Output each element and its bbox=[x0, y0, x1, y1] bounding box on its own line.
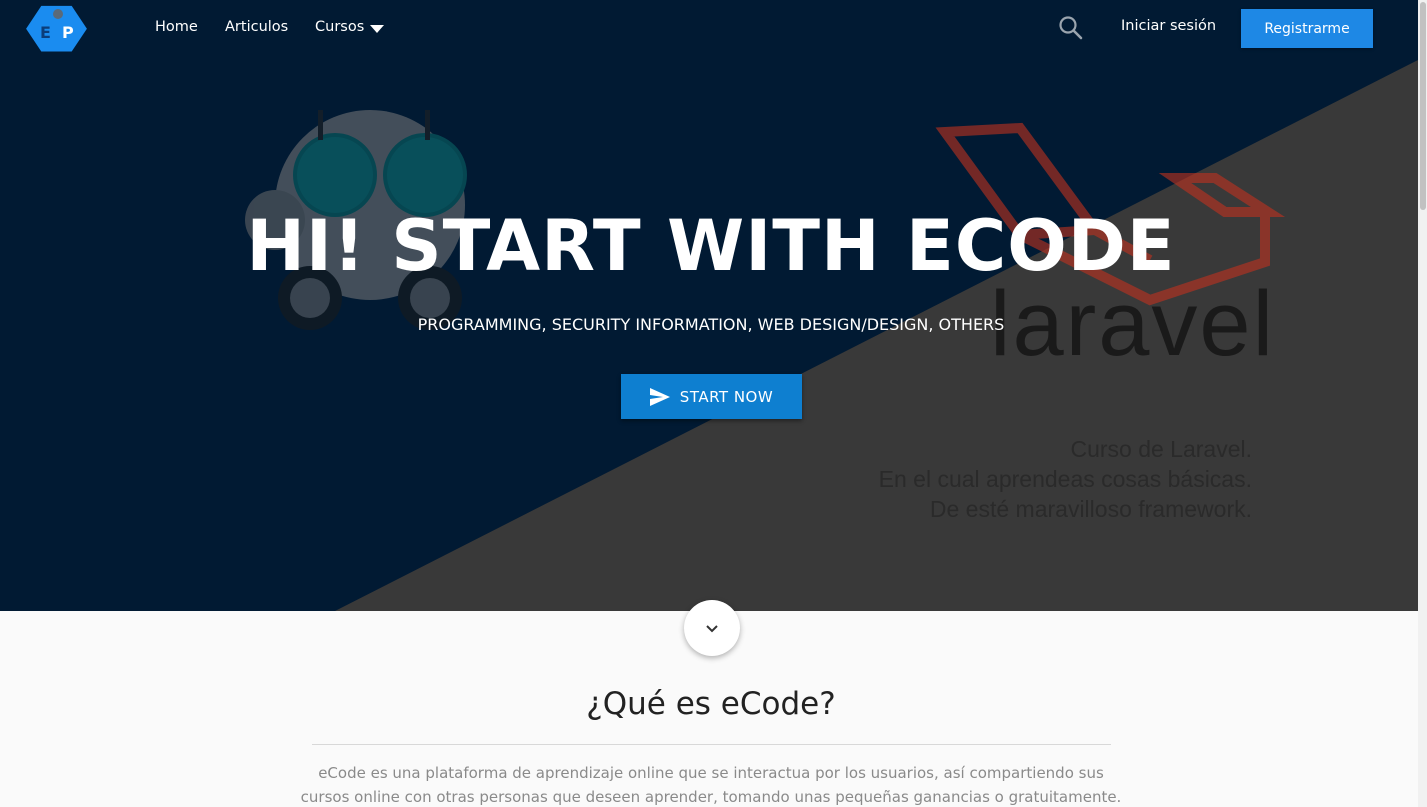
svg-text:P: P bbox=[62, 23, 74, 42]
register-button[interactable]: Registrarme bbox=[1241, 9, 1373, 48]
about-description: eCode es una plataforma de aprendizaje o… bbox=[300, 764, 1122, 806]
caption-line: De esté maravilloso framework. bbox=[929, 496, 1252, 522]
caption-line: En el cual aprendeas cosas básicas. bbox=[878, 466, 1252, 492]
login-link[interactable]: Iniciar sesión bbox=[1121, 18, 1216, 34]
hero-title: HI! START WITH ECODE bbox=[246, 205, 1176, 287]
expand-more-icon bbox=[706, 624, 718, 632]
hero-section: laravel Curso de Laravel. En el cual apr… bbox=[0, 0, 1418, 611]
chevron-down-icon[interactable] bbox=[370, 25, 384, 33]
laravel-caption: Curso de Laravel. En el cual aprendeas c… bbox=[879, 434, 1252, 524]
svg-text:E: E bbox=[40, 23, 51, 42]
about-title: ¿Qué es eCode? bbox=[586, 686, 836, 722]
start-now-label: START NOW bbox=[679, 387, 774, 406]
top-navbar: E P Home Articulos Cursos Iniciar sesión… bbox=[0, 0, 1418, 56]
nav-home-link[interactable]: Home bbox=[155, 19, 198, 35]
scroll-down-button[interactable] bbox=[684, 600, 740, 656]
caption-line: Curso de Laravel. bbox=[1070, 436, 1252, 462]
send-icon bbox=[649, 387, 670, 406]
search-icon[interactable] bbox=[1058, 15, 1084, 41]
nav-cursos-link[interactable]: Cursos bbox=[315, 19, 364, 35]
start-now-button[interactable]: START NOW bbox=[621, 374, 802, 419]
about-divider bbox=[312, 744, 1111, 745]
nav-articulos-link[interactable]: Articulos bbox=[225, 19, 288, 35]
logo-icon[interactable]: E P bbox=[26, 4, 90, 56]
scrollbar-thumb[interactable] bbox=[1420, 2, 1426, 210]
hero-subtitle: PROGRAMMING, SECURITY INFORMATION, WEB D… bbox=[417, 315, 1005, 334]
